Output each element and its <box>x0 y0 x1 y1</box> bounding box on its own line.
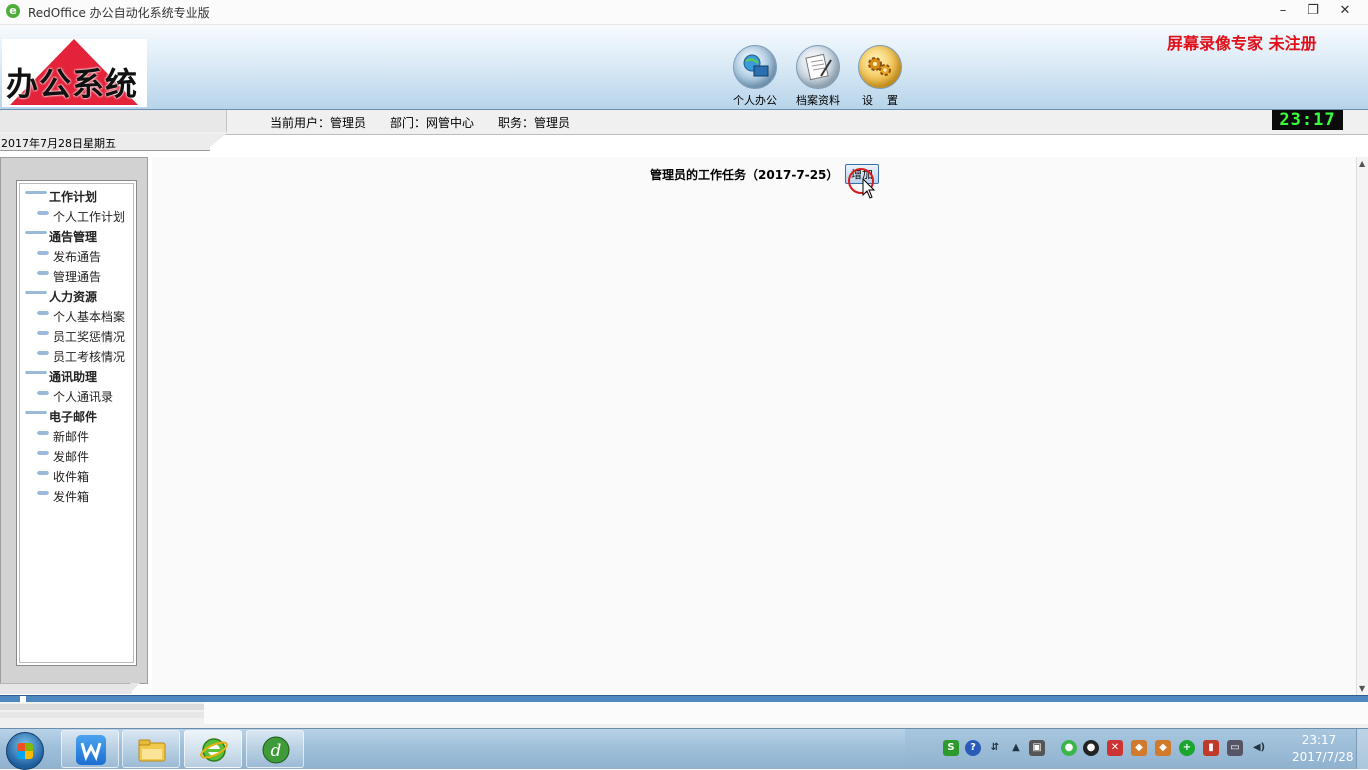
window-title: RedOffice 办公自动化系统专业版 <box>28 6 210 20</box>
sidebar-item-inbox[interactable]: 收件箱 <box>37 468 89 485</box>
sidebar-item-send-mail[interactable]: 发邮件 <box>37 448 89 465</box>
bottom-status-strip <box>0 702 1368 728</box>
sidebar-group-hr[interactable]: 人力资源 <box>25 288 97 305</box>
vertical-scrollbar[interactable]: ▲ ▼ <box>1356 157 1368 695</box>
qq-penguin-icon[interactable]: ● <box>1083 740 1099 756</box>
sidebar-group-email[interactable]: 电子邮件 <box>25 408 97 425</box>
item-bullet-icon <box>37 490 49 495</box>
windows-taskbar: d S ? ⇵ ▲ ▣ ● ● ✕ ◆ ◆ + ▮ ▭ ◀) 23:17 201… <box>0 728 1368 770</box>
nav-label: 设 置 <box>862 94 898 107</box>
help-icon[interactable]: ? <box>965 740 981 756</box>
camera-recorder-icon[interactable]: ▣ <box>1029 740 1045 756</box>
sidebar-menu: 工作计划 个人工作计划 通告管理 发布通告 管理通告 人力资源 个人基本档案 员… <box>16 180 137 666</box>
group-bullet-icon <box>25 229 47 234</box>
tray-date: 2017/7/28 <box>1292 750 1354 764</box>
group-bullet-icon <box>25 369 47 374</box>
sidebar-item-outbox[interactable]: 发件箱 <box>37 488 89 505</box>
item-bullet-icon <box>37 310 49 315</box>
dreamweaver-icon: d <box>261 735 291 765</box>
scroll-down-arrow-icon[interactable]: ▼ <box>1359 684 1365 693</box>
sogou-input-icon[interactable]: S <box>943 740 959 756</box>
taskbar-app-explorer[interactable] <box>122 730 180 768</box>
nav-personal-office[interactable]: 个人办公 <box>727 45 783 108</box>
item-bullet-icon <box>37 350 49 355</box>
sidebar-footer <box>0 683 140 695</box>
wechat-icon[interactable]: ● <box>1061 740 1077 756</box>
item-bullet-icon <box>37 390 49 395</box>
sidebar-panel: 工作计划 个人工作计划 通告管理 发布通告 管理通告 人力资源 个人基本档案 员… <box>0 157 148 684</box>
nav-archives[interactable]: 档案资料 <box>790 45 846 108</box>
task-list-title: 管理员的工作任务（2017-7-25） <box>650 168 839 182</box>
item-bullet-icon <box>37 210 49 215</box>
logo-text: 办公系统 <box>6 65 139 103</box>
sidebar-group-notices[interactable]: 通告管理 <box>25 228 97 245</box>
sidebar-item-rewards-penalties[interactable]: 员工奖惩情况 <box>37 328 125 345</box>
mouse-pointer-icon <box>862 178 876 199</box>
user-info-bar: 当前用户：管理员 部门：网管中心 职务：管理员 23:17 <box>0 110 1368 135</box>
department-label: 部门：网管中心 <box>390 116 475 130</box>
restore-button[interactable]: ❐ <box>1298 0 1328 22</box>
nav-label: 个人办公 <box>733 94 777 107</box>
item-bullet-icon <box>37 450 49 455</box>
flag-security-icon[interactable]: ✕ <box>1107 740 1123 756</box>
tiger-alt-icon[interactable]: ◆ <box>1155 740 1171 756</box>
volume-icon[interactable]: ◀) <box>1251 740 1267 756</box>
bottom-band <box>0 695 1368 702</box>
keyboard-icon[interactable]: ⇵ <box>987 740 1003 756</box>
redoffice-app-icon: e <box>6 4 20 18</box>
tray-time: 23:17 <box>1301 733 1337 747</box>
tiger-icon[interactable]: ◆ <box>1131 740 1147 756</box>
nav-label: 档案资料 <box>796 94 840 107</box>
header-banner: 办公系统 屏幕录像专家 未注册 个人办公 档案资料 设 置 <box>0 25 1368 111</box>
show-desktop-button[interactable] <box>1356 729 1368 769</box>
sidebar-group-contacts[interactable]: 通讯助理 <box>25 368 97 385</box>
disk-tool-icon[interactable]: ▮ <box>1203 740 1219 756</box>
tray-clock[interactable]: 23:17 2017/7/28 <box>1292 732 1354 766</box>
gears-icon <box>858 45 902 89</box>
group-bullet-icon <box>25 409 47 414</box>
item-bullet-icon <box>37 470 49 475</box>
item-bullet-icon <box>37 270 49 275</box>
sidebar-item-publish-notice[interactable]: 发布通告 <box>37 248 101 265</box>
group-bullet-icon <box>25 289 47 294</box>
network-icon[interactable]: ▭ <box>1227 740 1243 756</box>
sidebar-item-address-book[interactable]: 个人通讯录 <box>37 388 113 405</box>
ie-browser-icon <box>199 735 229 765</box>
screen-recorder-watermark: 屏幕录像专家 未注册 <box>1167 34 1317 53</box>
svg-text:d: d <box>271 741 282 761</box>
monitor-globe-icon <box>733 45 777 89</box>
group-bullet-icon <box>25 189 47 194</box>
show-hidden-icons-icon[interactable]: ▲ <box>1008 740 1024 756</box>
item-bullet-icon <box>37 330 49 335</box>
current-user-label: 当前用户：管理员 <box>270 116 367 130</box>
sidebar-item-assessments[interactable]: 员工考核情况 <box>37 348 125 365</box>
document-pen-icon <box>796 45 840 89</box>
sidebar-group-work-plan[interactable]: 工作计划 <box>25 188 97 205</box>
info-bar-left-cell <box>0 110 227 132</box>
sidebar-item-personal-profile[interactable]: 个人基本档案 <box>37 308 125 325</box>
sidebar-item-personal-work-plan[interactable]: 个人工作计划 <box>37 208 125 225</box>
item-bullet-icon <box>37 250 49 255</box>
current-date: 2017年7月28日星期五 <box>1 137 116 150</box>
file-explorer-icon <box>137 735 167 765</box>
close-button[interactable]: ✕ <box>1330 0 1360 22</box>
nav-settings[interactable]: 设 置 <box>852 45 908 108</box>
digital-clock: 23:17 <box>1272 110 1343 130</box>
taskbar-app-dreamweaver[interactable]: d <box>246 730 304 768</box>
office-system-logo: 办公系统 <box>2 39 147 107</box>
taskbar-app-wps[interactable] <box>61 730 119 768</box>
item-bullet-icon <box>37 430 49 435</box>
taskbar-app-ie-active[interactable] <box>184 730 242 768</box>
window-titlebar: e RedOffice 办公自动化系统专业版 – ❐ ✕ <box>0 0 1368 25</box>
date-tab: 2017年7月28日星期五 <box>0 134 230 154</box>
start-button[interactable] <box>6 732 44 770</box>
plus-security-icon[interactable]: + <box>1179 740 1195 756</box>
wps-writer-icon <box>76 735 106 765</box>
sidebar-item-manage-notices[interactable]: 管理通告 <box>37 268 101 285</box>
job-title-label: 职务：管理员 <box>498 116 571 130</box>
main-content-area <box>152 157 1356 695</box>
sidebar-item-new-mail[interactable]: 新邮件 <box>37 428 89 445</box>
scroll-up-arrow-icon[interactable]: ▲ <box>1359 159 1365 168</box>
minimize-button[interactable]: – <box>1268 0 1298 22</box>
